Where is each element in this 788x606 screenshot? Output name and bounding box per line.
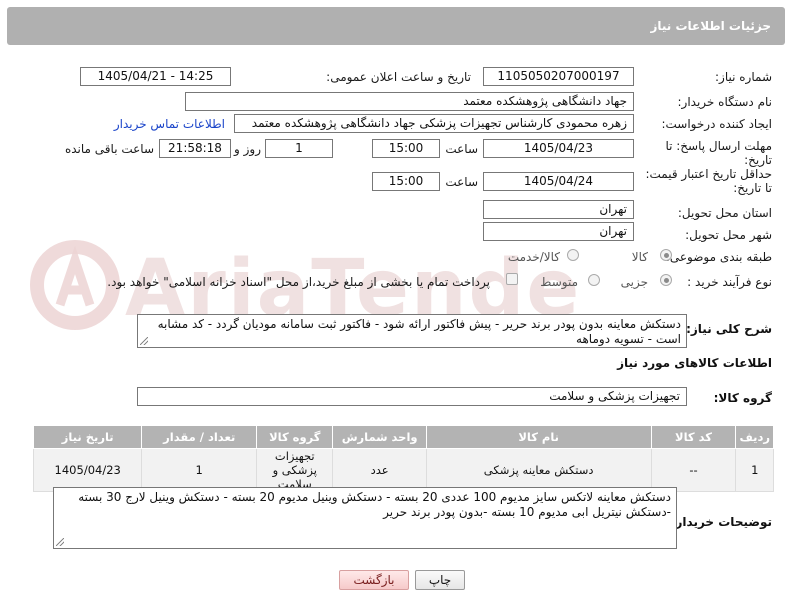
category-label: طبقه بندی موضوعی: xyxy=(665,250,772,264)
cell-date: 1405/04/23 xyxy=(32,448,143,492)
province-field: تهران xyxy=(483,200,634,219)
validity-label-2: تا تاریخ: xyxy=(733,181,772,195)
validity-label-1: حداقل تاریخ اعتبار قیمت: xyxy=(645,167,772,181)
col-header-row: ردیف xyxy=(735,425,774,449)
description-textarea: دستکش معاینه بدون پودر برند حریر - پیش ف… xyxy=(137,314,687,348)
goods-group-field: تجهیزات پزشکی و سلامت xyxy=(137,387,687,406)
goods-section-title: اطلاعات کالاهای مورد نیاز xyxy=(617,356,772,370)
category-service-radio[interactable] xyxy=(567,249,579,261)
col-header-code: کد کالا xyxy=(650,425,737,449)
deadline-date-field: 1405/04/23 xyxy=(483,139,634,158)
days-label: روز و xyxy=(234,142,261,156)
col-header-qty: تعداد / مقدار xyxy=(141,425,258,449)
buyer-notes-textarea: دستکش معاینه لاتکس سایز مدیوم 100 عددی 2… xyxy=(53,487,677,549)
validity-time-field: 15:00 xyxy=(372,172,440,191)
buyer-notes-text: دستکش معاینه لاتکس سایز مدیوم 100 عددی 2… xyxy=(78,490,671,519)
back-button[interactable]: بازگشت xyxy=(339,570,409,590)
requester-field: زهره محمودی کارشناس تجهیزات پزشکی جهاد د… xyxy=(234,114,634,133)
process-partial-radio[interactable] xyxy=(660,274,672,286)
buyer-notes-label: توضیحات خریدار: xyxy=(670,515,772,529)
buyer-org-label: نام دستگاه خریدار: xyxy=(677,95,773,109)
page-header: جزئیات اطلاعات نیاز xyxy=(7,7,785,45)
requester-label: ایجاد کننده درخواست: xyxy=(661,117,772,131)
goods-table: ردیف کد کالا نام کالا واحد شمارش گروه کا… xyxy=(32,425,774,492)
announce-label: تاریخ و ساعت اعلان عمومی: xyxy=(326,70,471,84)
resize-handle-icon[interactable] xyxy=(140,337,148,345)
remaining-time-field: 21:58:18 xyxy=(159,139,231,158)
cell-qty: 1 xyxy=(141,448,258,492)
cell-code: -- xyxy=(650,448,737,492)
page-title: جزئیات اطلاعات نیاز xyxy=(650,19,771,33)
process-medium-label: متوسط xyxy=(540,275,578,289)
days-remaining-field: 1 xyxy=(265,139,333,158)
need-number-field: 1105050207000197 xyxy=(483,67,634,86)
col-header-group: گروه کالا xyxy=(256,425,334,449)
buyer-contact-link[interactable]: اطلاعات تماس خریدار xyxy=(114,117,225,131)
deadline-label-2: تاریخ: xyxy=(744,153,772,167)
print-button[interactable]: چاپ xyxy=(415,570,465,590)
table-row: 1 -- دستکش معاینه پزشکی عدد تجهیزات پزشک… xyxy=(32,448,774,492)
process-partial-label: جزیی xyxy=(620,275,648,289)
treasury-payment-checkbox[interactable] xyxy=(506,273,518,285)
category-goods-label: کالا xyxy=(631,250,648,264)
process-label: نوع فرآیند خرید : xyxy=(687,275,772,289)
treasury-payment-note: پرداخت تمام یا بخشی از مبلغ خرید،از محل … xyxy=(107,275,490,289)
category-service-label: کالا/خدمت xyxy=(507,250,560,264)
cell-group: تجهیزات پزشکی و سلامت xyxy=(256,448,334,492)
deadline-label-1: مهلت ارسال پاسخ: تا xyxy=(665,139,772,153)
need-number-label: شماره نیاز: xyxy=(715,70,772,84)
goods-group-label: گروه کالا: xyxy=(713,391,772,405)
col-header-date: تاریخ نیاز xyxy=(32,425,143,449)
description-label: شرح کلی نیاز: xyxy=(686,322,772,336)
cell-unit: عدد xyxy=(332,448,427,492)
process-medium-radio[interactable] xyxy=(588,274,600,286)
buyer-org-field: جهاد دانشگاهی پژوهشکده معتمد xyxy=(185,92,634,111)
deadline-time-label: ساعت xyxy=(445,142,478,156)
category-goods-radio[interactable] xyxy=(660,249,672,261)
announce-field: 1405/04/21 - 14:25 xyxy=(80,67,231,86)
remaining-label: ساعت باقی مانده xyxy=(64,142,154,156)
col-header-name: نام کالا xyxy=(425,425,652,449)
city-field: تهران xyxy=(483,222,634,241)
notes-resize-handle-icon[interactable] xyxy=(56,538,64,546)
goods-table-header: ردیف کد کالا نام کالا واحد شمارش گروه کا… xyxy=(32,425,774,449)
validity-time-label: ساعت xyxy=(445,175,478,189)
cell-name: دستکش معاینه پزشکی xyxy=(425,448,652,492)
cell-row: 1 xyxy=(735,448,774,492)
deadline-time-field: 15:00 xyxy=(372,139,440,158)
province-label: استان محل تحویل: xyxy=(677,206,772,220)
description-text: دستکش معاینه بدون پودر برند حریر - پیش ف… xyxy=(157,317,681,346)
city-label: شهر محل تحویل: xyxy=(685,228,772,242)
col-header-unit: واحد شمارش xyxy=(332,425,427,449)
validity-date-field: 1405/04/24 xyxy=(483,172,634,191)
